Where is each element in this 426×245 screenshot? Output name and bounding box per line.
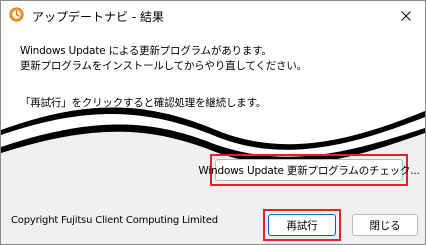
close-button[interactable]: 閉じる xyxy=(352,214,418,236)
check-updates-button[interactable]: Windows Update 更新プログラムのチェック... xyxy=(198,159,420,181)
dialog-window: アップデートナビ - 結果 Windows Update による更新プログラムが… xyxy=(0,0,426,245)
copyright-text: Copyright Fujitsu Client Computing Limit… xyxy=(11,215,218,226)
close-icon xyxy=(401,11,411,21)
update-navi-app-icon xyxy=(9,7,24,22)
window-close-button[interactable] xyxy=(387,1,425,31)
retry-button[interactable]: 再試行 xyxy=(268,214,336,236)
title-bar: アップデートナビ - 結果 xyxy=(1,1,425,31)
window-title: アップデートナビ - 結果 xyxy=(32,10,164,24)
